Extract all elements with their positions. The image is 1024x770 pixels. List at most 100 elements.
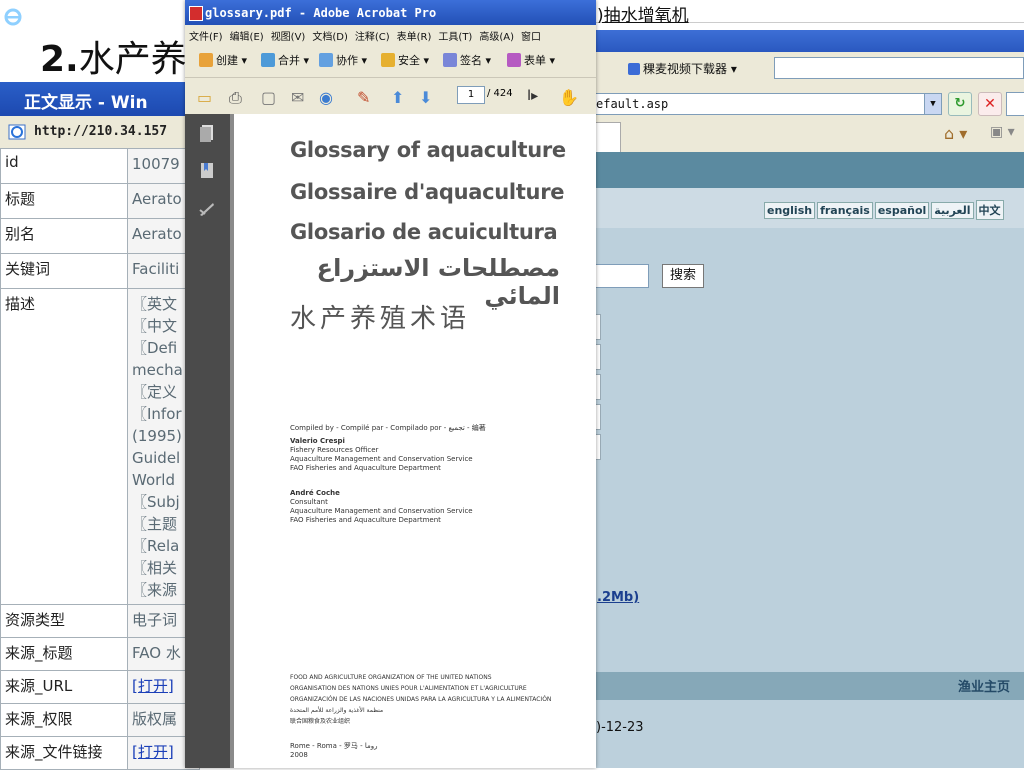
- pdf-author2: André Coche Consultant Aquaculture Manag…: [290, 489, 473, 525]
- select-tool-icon[interactable]: I▸: [527, 88, 538, 104]
- pdf-title-spanish: Glosario de acuicultura: [290, 220, 558, 244]
- menu-edit[interactable]: 编辑(E): [230, 28, 264, 43]
- row-key: 来源_标题: [0, 637, 128, 671]
- lang-arabic[interactable]: العربية: [931, 202, 974, 219]
- chevron-down-icon[interactable]: ▼: [924, 94, 941, 114]
- upload-icon[interactable]: ◉: [319, 88, 333, 107]
- author1-name: Valerio Crespi: [290, 437, 345, 445]
- refresh-button[interactable]: ↻: [948, 92, 972, 116]
- combine-icon: [261, 53, 275, 67]
- downloader-button[interactable]: 稞麦视频下载器 ▾: [628, 60, 737, 77]
- acrobat-file-toolbar: ▭ ⎙ ▢ ✉ ◉ ✎ ⬆ ⬇ 1 / 424 I▸ ✋: [185, 78, 596, 115]
- table-row: 别名 Aerato: [0, 218, 200, 254]
- toolbar-input[interactable]: [774, 57, 1024, 79]
- form-icon: [507, 53, 521, 67]
- lang-french[interactable]: français: [817, 202, 873, 219]
- lang-english[interactable]: english: [764, 202, 816, 219]
- page-total: / 424: [487, 88, 513, 99]
- acrobat-menubar: 文件(F) 编辑(E) 视图(V) 文档(D) 注释(C) 表单(R) 工具(T) 高级(A)…: [185, 25, 596, 43]
- signatures-icon[interactable]: [199, 200, 215, 218]
- table-row: 来源_文件链接 [打开]: [0, 736, 200, 770]
- row-key: 别名: [0, 218, 128, 254]
- menu-view[interactable]: 视图(V): [271, 28, 306, 43]
- fisheries-home-link[interactable]: 渔业主页: [958, 676, 1010, 695]
- menu-file[interactable]: 文件(F): [189, 28, 223, 43]
- menu-tools[interactable]: 工具(T): [438, 28, 472, 43]
- hand-tool-icon[interactable]: ✋: [559, 88, 579, 107]
- next-page-icon[interactable]: ⬇: [419, 88, 432, 107]
- browser-tab[interactable]: [595, 122, 621, 153]
- page-number-input[interactable]: 1: [457, 86, 485, 104]
- email-icon[interactable]: ✉: [291, 88, 304, 107]
- acrobat-navigation-pane: [185, 114, 230, 768]
- ie-title: 正文显示 - Win: [24, 93, 148, 113]
- browser-search-input[interactable]: [1006, 92, 1024, 116]
- sign-button[interactable]: 签名 ▾: [443, 52, 491, 68]
- author1-line: FAO Fisheries and Aquaculture Department: [290, 464, 441, 472]
- acrobat-titlebar[interactable]: glossary.pdf - Adobe Acrobat Pro: [185, 0, 596, 25]
- background-window-title[interactable]: )抽水增氧机: [595, 0, 1024, 26]
- table-row: 来源_权限 版权属: [0, 703, 200, 737]
- row-key: id: [0, 148, 128, 184]
- ie-address-bar[interactable]: http://210.34.157: [0, 116, 200, 149]
- secure-button[interactable]: 安全 ▾: [381, 52, 429, 68]
- save-icon[interactable]: ▢: [261, 88, 276, 107]
- language-links: english français español العربية 中文: [762, 200, 1004, 220]
- menu-comments[interactable]: 注释(C): [355, 28, 390, 43]
- stop-button[interactable]: ✕: [978, 92, 1002, 116]
- table-row: id 10079: [0, 148, 200, 184]
- menu-advanced[interactable]: 高级(A): [479, 28, 514, 43]
- print-icon[interactable]: ⎙: [229, 88, 242, 108]
- lock-icon: [381, 53, 395, 67]
- source-url-link[interactable]: [打开]: [132, 677, 174, 695]
- ie-titlebar[interactable]: 正文显示 - Win: [0, 82, 200, 116]
- bookmarks-icon[interactable]: [199, 162, 215, 180]
- table-row: 关键词 Faciliti: [0, 253, 200, 289]
- menu-document[interactable]: 文档(D): [312, 28, 348, 43]
- table-row: 标题 Aerato: [0, 183, 200, 219]
- acrobat-task-toolbar: 创建 ▾ 合并 ▾ 协作 ▾ 安全 ▾ 签名 ▾ 表单 ▾: [185, 43, 596, 78]
- lang-spanish[interactable]: español: [874, 202, 930, 219]
- acrobat-title: glossary.pdf - Adobe Acrobat Pro: [205, 6, 437, 20]
- pdf-compiled-by: Compiled by - Compilé par - Compilado po…: [290, 424, 486, 432]
- source-file-link[interactable]: [打开]: [132, 743, 174, 761]
- ie-logo-icon: [4, 8, 22, 26]
- pages-icon[interactable]: [199, 124, 215, 142]
- collaborate-button[interactable]: 协作 ▾: [319, 52, 367, 68]
- pdf-title-english: Glossary of aquaculture: [290, 138, 566, 162]
- site-search-button[interactable]: 搜索: [662, 264, 704, 288]
- menu-forms[interactable]: 表单(R): [397, 28, 432, 43]
- downloader-icon: [628, 63, 640, 75]
- address-input[interactable]: efault.asp ▼: [595, 93, 942, 115]
- author2-name: André Coche: [290, 489, 340, 497]
- pdf-title-french: Glossaire d'aquaculture: [290, 180, 565, 204]
- forms-button[interactable]: 表单 ▾: [507, 52, 555, 68]
- pdf-organization: FOOD AND AGRICULTURE ORGANIZATION OF THE…: [290, 674, 552, 725]
- open-icon[interactable]: ▭: [197, 88, 212, 107]
- slide-title: 2.水产养: [40, 39, 187, 80]
- row-key: 来源_URL: [0, 670, 128, 704]
- create-button[interactable]: 创建 ▾: [199, 52, 247, 68]
- create-icon: [199, 53, 213, 67]
- row-key: 关键词: [0, 253, 128, 289]
- site-search-input[interactable]: [595, 264, 649, 288]
- edit-icon[interactable]: ✎: [357, 88, 370, 107]
- combine-button[interactable]: 合并 ▾: [261, 52, 309, 68]
- row-key: 来源_权限: [0, 703, 128, 737]
- row-key: 资源类型: [0, 604, 128, 638]
- previous-page-icon[interactable]: ⬆: [391, 88, 404, 107]
- pen-icon: [443, 53, 457, 67]
- feed-icon[interactable]: ▣ ▾: [990, 124, 1015, 140]
- row-key: 描述: [0, 288, 128, 605]
- pdf-title-chinese: 水产养殖术语: [290, 304, 471, 334]
- pdf-place: Rome - Roma - 罗马 - روما 2008: [290, 742, 378, 759]
- table-row: 来源_URL [打开]: [0, 670, 200, 704]
- menu-window[interactable]: 窗口: [521, 28, 541, 43]
- download-size-link[interactable]: .2Mb): [597, 590, 639, 605]
- lang-chinese[interactable]: 中文: [975, 200, 1004, 220]
- ie-address-text: http://210.34.157: [34, 124, 168, 139]
- home-icon[interactable]: ⌂ ▾: [944, 124, 967, 143]
- table-row: 资源类型 电子词: [0, 604, 200, 638]
- author2-line: Aquaculture Management and Conservation …: [290, 507, 473, 515]
- date-text: )-12-23: [596, 720, 644, 735]
